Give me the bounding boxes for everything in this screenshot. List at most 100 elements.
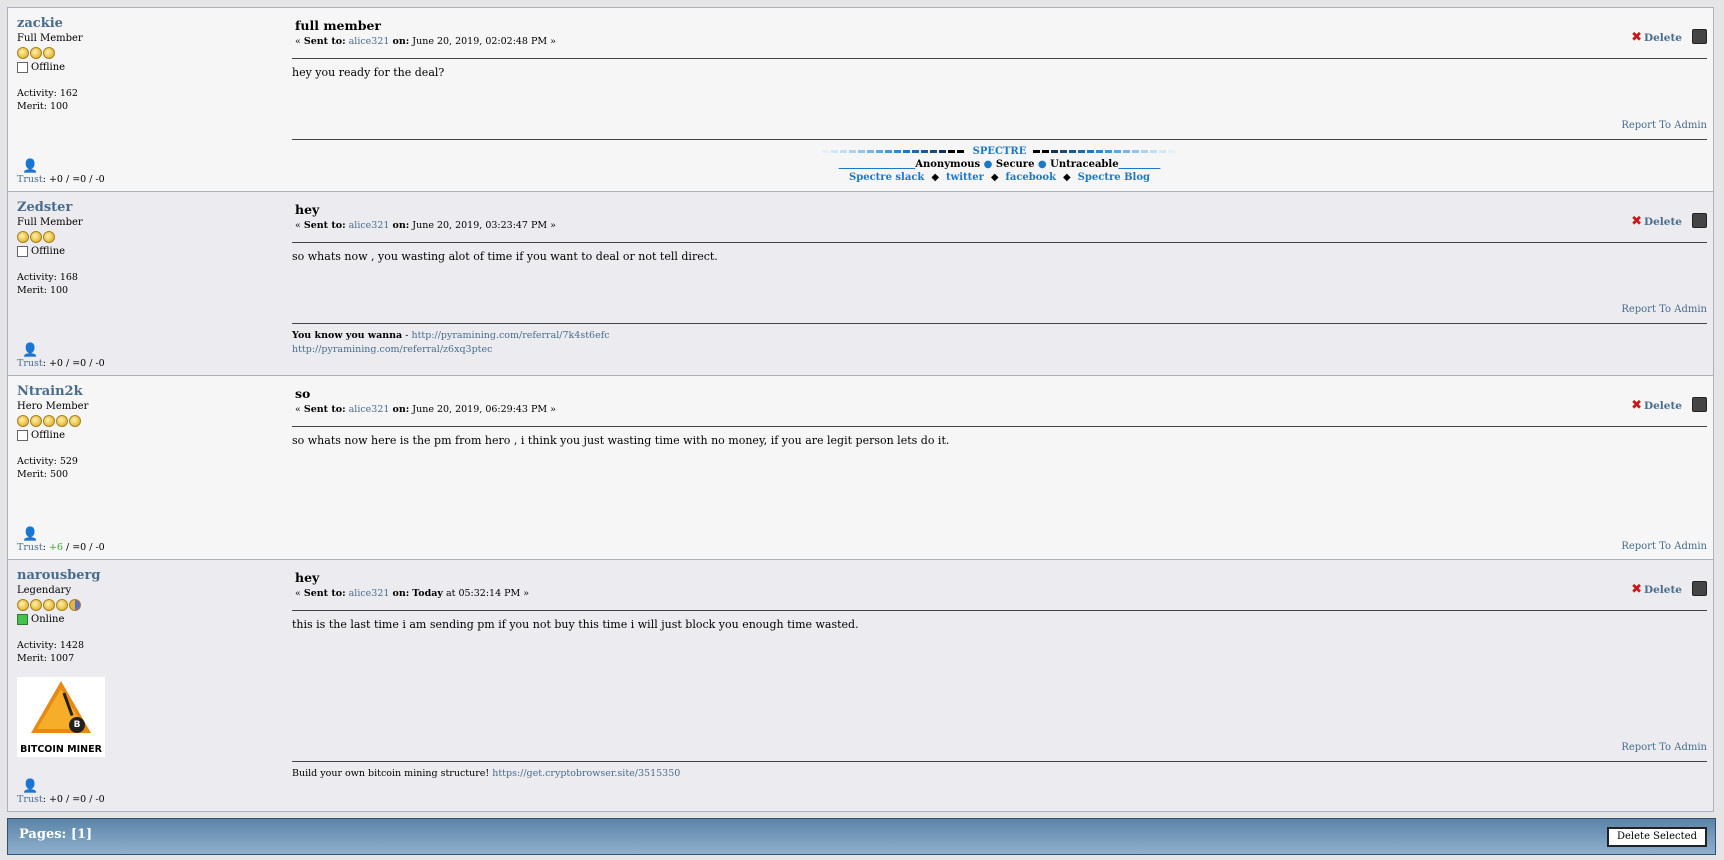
trust-neutral: =0 xyxy=(72,542,87,553)
divider xyxy=(292,610,1707,611)
delete-button[interactable]: ✖ Delete xyxy=(1631,398,1682,413)
recipient-link[interactable]: alice321 xyxy=(349,220,390,231)
avatar-label: BITCOIN MINER xyxy=(20,744,102,755)
delete-button[interactable]: ✖ Delete xyxy=(1631,30,1682,45)
recipient-link[interactable]: alice321 xyxy=(349,36,390,47)
bullet-icon: ● xyxy=(1037,159,1047,170)
select-checkbox[interactable] xyxy=(1692,29,1707,44)
poster-info: Ntrain2k Hero Member Offline Activity: 5… xyxy=(17,384,257,559)
recipient-link[interactable]: alice321 xyxy=(349,588,390,599)
trust-negative: -0 xyxy=(95,174,105,185)
signature-line-2: http://pyramining.com/referral/z6xq3ptec xyxy=(292,343,1707,357)
message-content: hey « Sent to: alice321 on: June 20, 201… xyxy=(292,192,1707,375)
diamond-icon: ◆ xyxy=(931,172,940,183)
on-label: on: xyxy=(392,220,410,231)
rank-stars xyxy=(17,47,257,59)
on-label: on: xyxy=(392,588,410,599)
diamond-icon: ◆ xyxy=(1063,172,1071,183)
select-checkbox[interactable] xyxy=(1692,581,1707,596)
trust-label[interactable]: Trust xyxy=(17,794,43,805)
poster-name[interactable]: zackie xyxy=(17,16,257,31)
delete-label: Delete xyxy=(1644,32,1682,44)
trust-neutral: =0 xyxy=(72,794,87,805)
sent-to-label: Sent to: xyxy=(303,404,346,415)
message-date: at 05:32:14 PM xyxy=(445,588,521,599)
merit-count: Merit: 100 xyxy=(17,285,69,296)
poster-rank: Legendary xyxy=(17,585,72,596)
facebook-link[interactable]: facebook xyxy=(1006,172,1057,183)
spectre-title[interactable]: SPECTRE xyxy=(973,146,1027,157)
star-icon xyxy=(17,47,29,59)
twitter-link[interactable]: twitter xyxy=(946,172,984,183)
poster-name[interactable]: Zedster xyxy=(17,200,257,215)
merit-count: Merit: 1007 xyxy=(17,653,75,664)
report-to-admin-link[interactable]: Report To Admin xyxy=(1621,742,1707,753)
activity-count: Activity: 168 xyxy=(17,272,78,283)
star-icon xyxy=(56,599,68,611)
referral-link[interactable]: http://pyramining.com/referral/7k4st6efc xyxy=(411,330,609,341)
trust-separator: / xyxy=(62,174,73,185)
star-icon xyxy=(17,599,29,611)
tagline-secure: Secure xyxy=(995,159,1035,170)
status-icon xyxy=(17,62,28,73)
delete-button[interactable]: ✖ Delete xyxy=(1631,214,1682,229)
user-profile-icon[interactable]: 👤 xyxy=(22,527,38,542)
spectre-tagline: Anonymous ● Secure ● Untraceable xyxy=(292,158,1707,171)
select-checkbox[interactable] xyxy=(1692,213,1707,228)
message-date-today: Today xyxy=(412,588,443,599)
signature: SPECTRE Anonymous ● Secure ● Untraceable… xyxy=(292,145,1707,184)
star-icon xyxy=(30,599,42,611)
spectre-slack-link[interactable]: Spectre slack xyxy=(849,172,924,183)
trust-negative: -0 xyxy=(95,542,105,553)
trust-neutral: =0 xyxy=(72,174,87,185)
poster-name[interactable]: Ntrain2k xyxy=(17,384,257,399)
poster-stats: Activity: 168 Merit: 100 xyxy=(17,271,257,297)
bullet-icon: ● xyxy=(983,159,993,170)
diamond-icon: ◆ xyxy=(990,172,999,183)
delete-label: Delete xyxy=(1644,216,1682,228)
trust-negative: -0 xyxy=(95,794,105,805)
status-text: Offline xyxy=(31,246,66,257)
page-index[interactable]: Pages: [1] xyxy=(19,827,92,842)
report-to-admin-link[interactable]: Report To Admin xyxy=(1621,304,1707,315)
spectre-banner: SPECTRE xyxy=(292,145,1707,158)
activity-count: Activity: 529 xyxy=(17,456,78,467)
rank-stars xyxy=(17,599,257,611)
report-to-admin-link[interactable]: Report To Admin xyxy=(1621,541,1707,552)
message-subject: hey xyxy=(295,202,320,217)
delete-button[interactable]: ✖ Delete xyxy=(1631,582,1682,597)
signature-link[interactable]: https://get.cryptobrowser.site/3515350 xyxy=(492,768,680,779)
trust-separator: / xyxy=(62,542,73,553)
trust-label[interactable]: Trust xyxy=(17,542,43,553)
sent-to-label: Sent to: xyxy=(303,588,346,599)
user-profile-icon[interactable]: 👤 xyxy=(22,159,38,174)
online-status: Offline xyxy=(17,430,257,441)
poster-stats: Activity: 529 Merit: 500 xyxy=(17,455,257,481)
delete-label: Delete xyxy=(1644,584,1682,596)
poster-stats: Activity: 1428 Merit: 1007 xyxy=(17,639,257,665)
poster-info: Zedster Full Member Offline Activity: 16… xyxy=(17,200,257,375)
trust-label[interactable]: Trust xyxy=(17,358,43,369)
referral-link[interactable]: http://pyramining.com/referral/z6xq3ptec xyxy=(292,344,492,355)
report-to-admin-link[interactable]: Report To Admin xyxy=(1621,120,1707,131)
spectre-links: Spectre slack ◆ twitter ◆ facebook ◆ Spe… xyxy=(292,171,1707,184)
poster-name[interactable]: narousberg xyxy=(17,568,257,583)
trust-label[interactable]: Trust xyxy=(17,174,43,185)
recipient-link[interactable]: alice321 xyxy=(349,404,390,415)
spectre-blog-link[interactable]: Spectre Blog xyxy=(1078,172,1150,183)
signature-divider xyxy=(292,139,1707,140)
user-profile-icon[interactable]: 👤 xyxy=(22,343,38,358)
trust-neutral: =0 xyxy=(72,358,87,369)
star-icon xyxy=(30,47,42,59)
signature: You know you wanna - http://pyramining.c… xyxy=(292,329,1707,357)
trust-separator: / xyxy=(62,794,73,805)
message-date: June 20, 2019, 03:23:47 PM xyxy=(412,220,548,231)
delete-icon: ✖ xyxy=(1631,30,1642,45)
select-checkbox[interactable] xyxy=(1692,397,1707,412)
delete-selected-button[interactable]: Delete Selected xyxy=(1607,827,1707,847)
divider xyxy=(292,426,1707,427)
user-profile-icon[interactable]: 👤 xyxy=(22,779,38,794)
message-date: June 20, 2019, 02:02:48 PM xyxy=(412,36,548,47)
signature-lead: You know you wanna xyxy=(292,330,403,341)
online-status: Offline xyxy=(17,62,257,73)
